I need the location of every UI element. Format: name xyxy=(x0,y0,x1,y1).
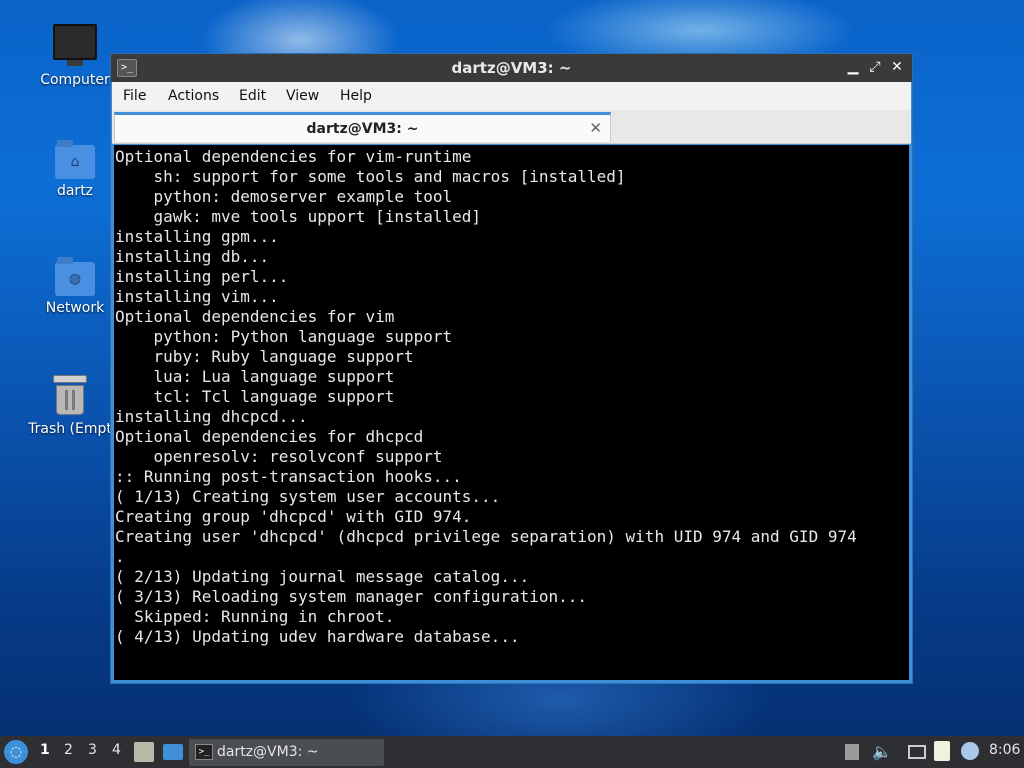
terminal-line: Optional dependencies for vim xyxy=(115,307,395,326)
workspace-2[interactable]: 2 xyxy=(64,742,73,758)
maximize-button[interactable]: ⤢ xyxy=(866,58,884,76)
eject-icon[interactable] xyxy=(845,744,859,760)
terminal-line: Optional dependencies for vim-runtime xyxy=(115,147,472,166)
terminal-line: :: Running post-transaction hooks... xyxy=(115,467,462,486)
computer-icon xyxy=(53,24,97,66)
tab-label: dartz@VM3: ~ xyxy=(306,121,419,137)
menu-file[interactable]: File xyxy=(123,88,146,104)
terminal-line: ( 4/13) Updating udev hardware database.… xyxy=(115,627,520,646)
terminal-line: python: demoserver example tool xyxy=(115,187,453,206)
terminal-line: openresolv: resolvconf support xyxy=(115,447,443,466)
clock[interactable]: 8:06 xyxy=(989,742,1020,758)
network-status-icon[interactable] xyxy=(908,745,926,759)
tab-close-icon[interactable]: ✕ xyxy=(589,119,602,137)
terminal-line: lua: Lua language support xyxy=(115,367,395,386)
distro-logo-icon: ◌ xyxy=(9,744,23,760)
desktop-icon-label: dartz xyxy=(56,183,94,199)
taskbar-task-terminal[interactable]: >_ dartz@VM3: ~ xyxy=(189,739,384,766)
terminal-lines: Optional dependencies for vim-runtime sh… xyxy=(115,147,909,647)
tab-bar: dartz@VM3: ~ ✕ xyxy=(112,110,911,144)
terminal-line: Optional dependencies for dhcpcd xyxy=(115,427,424,446)
terminal-output[interactable]: Optional dependencies for vim-runtime sh… xyxy=(114,145,909,680)
terminal-line: installing db... xyxy=(115,247,270,266)
volume-icon[interactable]: 🔈 xyxy=(872,742,892,761)
home-folder-icon: ⌂ xyxy=(55,140,95,179)
desktop-icon-label: Network xyxy=(45,300,105,316)
notification-icon[interactable] xyxy=(961,742,979,760)
task-label: dartz@VM3: ~ xyxy=(217,744,319,760)
taskbar: ◌ 1 2 3 4 >_ dartz@VM3: ~ 🔈 8:06 xyxy=(0,736,1024,768)
terminal-line: sh: support for some tools and macros [i… xyxy=(115,167,626,186)
terminal-line: installing dhcpcd... xyxy=(115,407,308,426)
terminal-line: python: Python language support xyxy=(115,327,453,346)
terminal-window: >_ dartz@VM3: ~ ▁ ⤢ ✕ File Actions Edit … xyxy=(110,53,913,684)
desktop-icon-trash[interactable]: Trash (Empt xyxy=(27,375,113,437)
file-manager-launcher-icon[interactable] xyxy=(134,742,154,762)
start-menu-button[interactable]: ◌ xyxy=(4,740,28,764)
terminal-line: Skipped: Running in chroot. xyxy=(115,607,395,626)
terminal-line: installing gpm... xyxy=(115,227,279,246)
menu-actions[interactable]: Actions xyxy=(168,88,219,104)
show-desktop-icon[interactable] xyxy=(163,744,183,760)
terminal-line: tcl: Tcl language support xyxy=(115,387,395,406)
window-titlebar[interactable]: >_ dartz@VM3: ~ ▁ ⤢ ✕ xyxy=(111,54,912,82)
menu-help[interactable]: Help xyxy=(340,88,372,104)
terminal-line: ( 1/13) Creating system user accounts... xyxy=(115,487,501,506)
window-title: dartz@VM3: ~ xyxy=(451,59,572,77)
minimize-button[interactable]: ▁ xyxy=(844,58,862,76)
desktop-icon-label: Trash (Empt xyxy=(28,421,112,437)
terminal-line: ( 2/13) Updating journal message catalog… xyxy=(115,567,530,586)
terminal-line: installing vim... xyxy=(115,287,279,306)
desktop-icon-network[interactable]: ◍ Network xyxy=(27,257,123,316)
terminal-line: ( 3/13) Reloading system manager configu… xyxy=(115,587,588,606)
terminal-line: Creating group 'dhcpcd' with GID 974. xyxy=(115,507,472,526)
workspace-1[interactable]: 1 xyxy=(40,742,50,758)
network-folder-icon: ◍ xyxy=(55,257,95,296)
menu-view[interactable]: View xyxy=(286,88,319,104)
clipboard-icon[interactable] xyxy=(934,741,950,761)
tab-terminal[interactable]: dartz@VM3: ~ ✕ xyxy=(114,112,611,142)
terminal-line: installing perl... xyxy=(115,267,289,286)
terminal-line: Creating user 'dhcpcd' (dhcpcd privilege… xyxy=(115,527,857,546)
menu-bar: File Actions Edit View Help xyxy=(112,82,911,110)
desktop-icon-computer[interactable]: Computer xyxy=(27,24,123,88)
terminal-line: ruby: Ruby language support xyxy=(115,347,414,366)
workspace-3[interactable]: 3 xyxy=(88,742,97,758)
workspace-4[interactable]: 4 xyxy=(112,742,121,758)
trash-icon xyxy=(53,375,87,415)
menu-edit[interactable]: Edit xyxy=(239,88,266,104)
terminal-task-icon: >_ xyxy=(195,744,213,760)
close-button[interactable]: ✕ xyxy=(888,58,906,76)
terminal-line: gawk: mve tools upport [installed] xyxy=(115,207,482,226)
terminal-line: . xyxy=(115,547,125,566)
desktop-icon-dartz[interactable]: ⌂ dartz xyxy=(27,140,123,199)
desktop-icon-label: Computer xyxy=(40,72,110,88)
